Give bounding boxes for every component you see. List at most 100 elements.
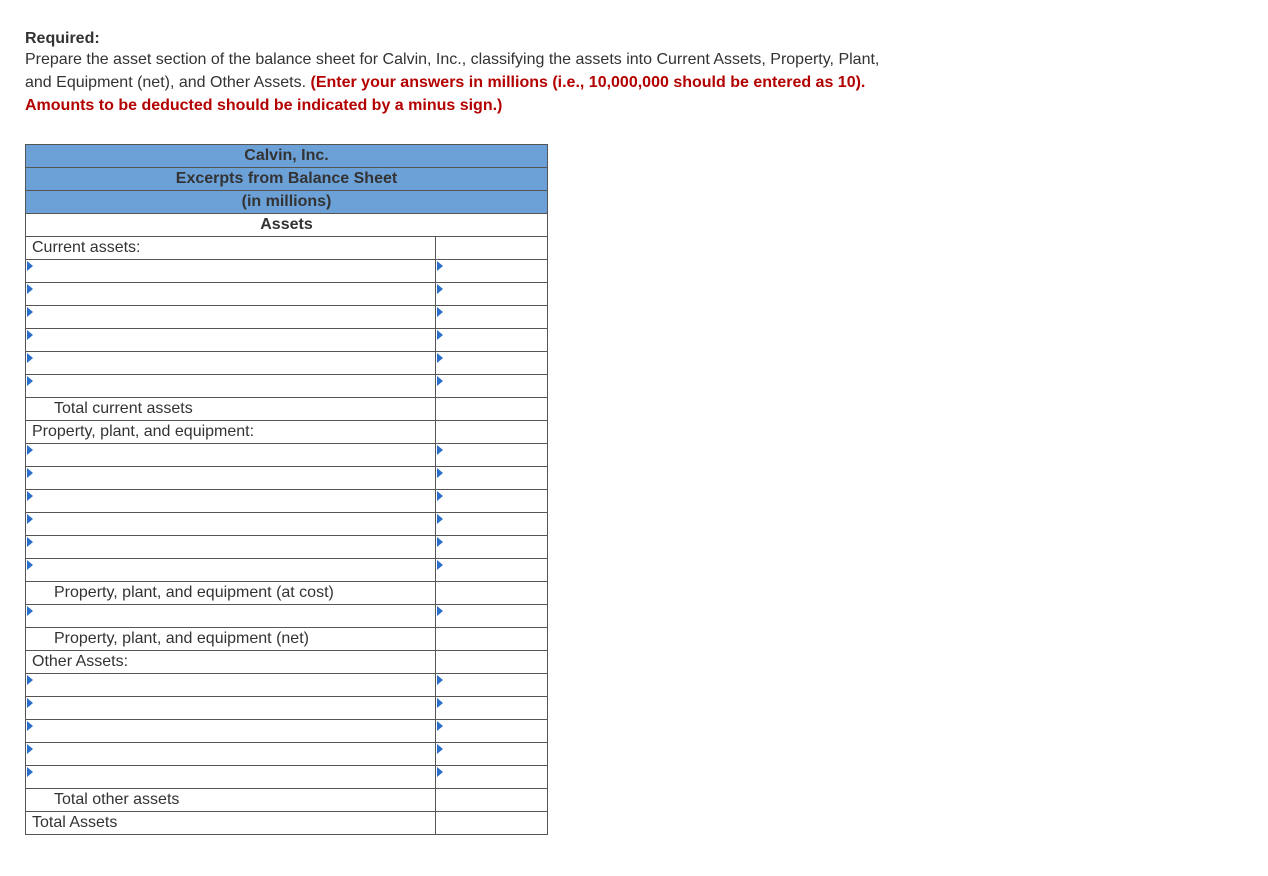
sheet-subtitle: Excerpts from Balance Sheet — [26, 168, 548, 191]
dropdown-icon — [27, 514, 33, 524]
dropdown-icon — [27, 606, 33, 616]
sheet-units: (in millions) — [26, 191, 548, 214]
dropdown-icon — [27, 767, 33, 777]
instructions-line-3-text: Amounts to be deducted should be indicat… — [25, 97, 502, 114]
dropdown-icon — [437, 376, 443, 386]
current-asset-line-3-amount[interactable] — [436, 306, 548, 329]
dropdown-icon — [437, 468, 443, 478]
current-asset-line-3-label[interactable] — [26, 306, 436, 329]
dropdown-icon — [27, 675, 33, 685]
dropdown-icon — [27, 698, 33, 708]
ppe-at-cost-amount[interactable] — [436, 582, 548, 605]
dropdown-icon — [437, 606, 443, 616]
total-current-assets-amount[interactable] — [436, 398, 548, 421]
ppe-line-1-label[interactable] — [26, 444, 436, 467]
ppe-line-6-amount[interactable] — [436, 559, 548, 582]
other-asset-line-3-amount[interactable] — [436, 720, 548, 743]
ppe-line-extra-label[interactable] — [26, 605, 436, 628]
required-label: Required: — [25, 30, 1248, 48]
instructions-line-2a: and Equipment (net), and Other Assets. — [25, 74, 311, 91]
dropdown-icon — [437, 721, 443, 731]
ppe-line-2-amount[interactable] — [436, 467, 548, 490]
dropdown-icon — [437, 353, 443, 363]
ppe-line-5-label[interactable] — [26, 536, 436, 559]
instructions-line-2: and Equipment (net), and Other Assets. (… — [25, 73, 1145, 94]
ppe-line-6-label[interactable] — [26, 559, 436, 582]
blank-amount — [436, 651, 548, 674]
dropdown-icon — [437, 514, 443, 524]
dropdown-icon — [27, 353, 33, 363]
blank-amount — [436, 237, 548, 260]
dropdown-icon — [437, 307, 443, 317]
total-assets-amount[interactable] — [436, 812, 548, 835]
ppe-heading: Property, plant, and equipment: — [26, 421, 436, 444]
other-asset-line-4-amount[interactable] — [436, 743, 548, 766]
current-asset-line-4-label[interactable] — [26, 329, 436, 352]
instructions-line-1: Prepare the asset section of the balance… — [25, 50, 1145, 71]
ppe-line-extra-amount[interactable] — [436, 605, 548, 628]
total-assets-label: Total Assets — [26, 812, 436, 835]
blank-amount — [436, 421, 548, 444]
other-asset-line-3-label[interactable] — [26, 720, 436, 743]
dropdown-icon — [27, 468, 33, 478]
balance-sheet: Calvin, Inc. Excerpts from Balance Sheet… — [25, 144, 1248, 835]
current-asset-line-6-label[interactable] — [26, 375, 436, 398]
dropdown-icon — [27, 330, 33, 340]
dropdown-icon — [27, 284, 33, 294]
ppe-line-1-amount[interactable] — [436, 444, 548, 467]
company-name: Calvin, Inc. — [26, 145, 548, 168]
current-asset-line-4-amount[interactable] — [436, 329, 548, 352]
dropdown-icon — [437, 491, 443, 501]
ppe-line-3-label[interactable] — [26, 490, 436, 513]
dropdown-icon — [27, 744, 33, 754]
dropdown-icon — [27, 261, 33, 271]
ppe-line-4-label[interactable] — [26, 513, 436, 536]
dropdown-icon — [437, 560, 443, 570]
assets-section-title: Assets — [26, 214, 548, 237]
other-asset-line-1-amount[interactable] — [436, 674, 548, 697]
total-other-assets-label: Total other assets — [26, 789, 436, 812]
dropdown-icon — [27, 721, 33, 731]
total-current-assets-label: Total current assets — [26, 398, 436, 421]
dropdown-icon — [437, 330, 443, 340]
dropdown-icon — [27, 376, 33, 386]
other-asset-line-5-label[interactable] — [26, 766, 436, 789]
balance-sheet-table: Calvin, Inc. Excerpts from Balance Sheet… — [25, 144, 548, 835]
current-asset-line-5-amount[interactable] — [436, 352, 548, 375]
ppe-line-4-amount[interactable] — [436, 513, 548, 536]
ppe-line-5-amount[interactable] — [436, 536, 548, 559]
other-assets-heading: Other Assets: — [26, 651, 436, 674]
dropdown-icon — [27, 560, 33, 570]
ppe-line-3-amount[interactable] — [436, 490, 548, 513]
current-asset-line-1-amount[interactable] — [436, 260, 548, 283]
current-asset-line-2-label[interactable] — [26, 283, 436, 306]
current-asset-line-5-label[interactable] — [26, 352, 436, 375]
current-assets-heading: Current assets: — [26, 237, 436, 260]
dropdown-icon — [27, 445, 33, 455]
current-asset-line-6-amount[interactable] — [436, 375, 548, 398]
total-other-assets-amount[interactable] — [436, 789, 548, 812]
dropdown-icon — [437, 537, 443, 547]
dropdown-icon — [27, 537, 33, 547]
current-asset-line-1-label[interactable] — [26, 260, 436, 283]
other-asset-line-5-amount[interactable] — [436, 766, 548, 789]
other-asset-line-2-amount[interactable] — [436, 697, 548, 720]
ppe-line-2-label[interactable] — [26, 467, 436, 490]
dropdown-icon — [27, 491, 33, 501]
dropdown-icon — [437, 698, 443, 708]
ppe-at-cost-label: Property, plant, and equipment (at cost) — [26, 582, 436, 605]
dropdown-icon — [437, 675, 443, 685]
current-asset-line-2-amount[interactable] — [436, 283, 548, 306]
dropdown-icon — [437, 284, 443, 294]
other-asset-line-4-label[interactable] — [26, 743, 436, 766]
instructions-line-2b: (Enter your answers in millions (i.e., 1… — [311, 74, 866, 91]
dropdown-icon — [437, 744, 443, 754]
ppe-net-amount[interactable] — [436, 628, 548, 651]
dropdown-icon — [437, 445, 443, 455]
dropdown-icon — [437, 261, 443, 271]
instructions-line-3: Amounts to be deducted should be indicat… — [25, 96, 1145, 117]
other-asset-line-1-label[interactable] — [26, 674, 436, 697]
dropdown-icon — [437, 767, 443, 777]
other-asset-line-2-label[interactable] — [26, 697, 436, 720]
ppe-net-label: Property, plant, and equipment (net) — [26, 628, 436, 651]
